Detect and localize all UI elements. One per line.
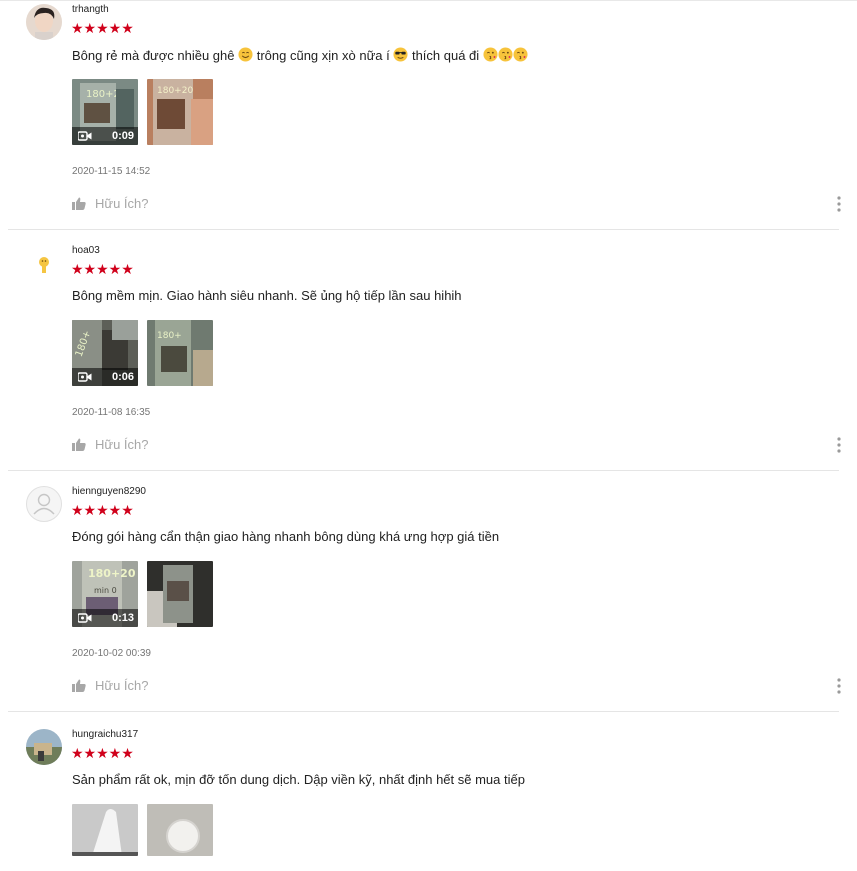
helpful-button[interactable]: Hữu Ích? — [72, 196, 149, 211]
review-date: 2020-11-15 14:52 — [72, 166, 151, 177]
video-overlay: 0:06 — [72, 368, 138, 386]
username[interactable]: hiennguyen8290 — [72, 486, 146, 497]
svg-text:180+: 180+ — [157, 331, 182, 341]
video-overlay: 0:13 — [72, 609, 138, 627]
review-item: hiennguyen8290 ★★★★★ Đóng gói hàng cẩn t… — [8, 482, 841, 712]
sunglasses-emoji-icon — [393, 47, 408, 65]
avatar[interactable] — [26, 245, 62, 281]
video-duration: 0:06 — [111, 371, 134, 383]
rating-stars: ★★★★★ — [71, 20, 134, 36]
review-item: hoa03 ★★★★★ Bông mềm mịn. Giao hành siêu… — [8, 241, 841, 471]
rating-stars: ★★★★★ — [71, 261, 134, 277]
avatar[interactable] — [26, 486, 62, 522]
review-video-thumbnail[interactable]: 180+20 0:09 — [72, 79, 138, 145]
helpful-button[interactable]: Hữu Ích? — [72, 437, 149, 452]
kiss-emoji-icon — [498, 47, 513, 65]
helpful-label: Hữu Ích? — [95, 196, 149, 211]
rating-stars: ★★★★★ — [71, 502, 134, 518]
video-camera-icon — [78, 131, 92, 141]
svg-text:min 0: min 0 — [94, 586, 117, 595]
review-date: 2020-10-02 00:39 — [72, 648, 151, 659]
comment-text: Bông rẻ mà được nhiều ghê — [72, 48, 239, 63]
review-image-thumbnail[interactable]: 180+ — [147, 320, 213, 386]
video-camera-icon — [78, 372, 92, 382]
thumbs-up-icon — [72, 679, 86, 692]
comment-text: trông cũng xịn xò nữa í — [253, 48, 394, 63]
username[interactable]: hungraichu317 — [72, 729, 138, 740]
review-image-thumbnail[interactable] — [147, 804, 213, 856]
username[interactable]: hoa03 — [72, 245, 100, 256]
avatar[interactable] — [26, 729, 62, 765]
kiss-emoji-icon — [513, 47, 528, 65]
smile-emoji-icon — [238, 47, 253, 65]
helpful-label: Hữu Ích? — [95, 437, 149, 452]
kiss-emoji-icon — [483, 47, 498, 65]
review-video-thumbnail[interactable] — [72, 804, 138, 856]
review-image-thumbnail[interactable]: 180+20 — [147, 79, 213, 145]
thumbs-up-icon — [72, 197, 86, 210]
review-item: trhangth ★★★★★ Bông rẻ mà được nhiều ghê… — [8, 0, 841, 230]
video-duration: 0:13 — [111, 612, 134, 624]
helpful-label: Hữu Ích? — [95, 678, 149, 693]
review-video-thumbnail[interactable]: 180+ 0:06 — [72, 320, 138, 386]
review-date: 2020-11-08 16:35 — [72, 407, 151, 418]
review-comment: Đóng gói hàng cẩn thận giao hàng nhanh b… — [72, 529, 500, 544]
username[interactable]: trhangth — [72, 4, 109, 15]
review-image-thumbnail[interactable] — [147, 561, 213, 627]
video-camera-icon — [78, 613, 92, 623]
review-video-thumbnail[interactable]: 180+20 min 0 0:13 — [72, 561, 138, 627]
video-duration: 0:09 — [111, 130, 134, 142]
video-overlay: 0:09 — [72, 127, 138, 145]
review-comment: Bông mềm mịn. Giao hành siêu nhanh. Sẽ ủ… — [72, 288, 462, 303]
more-options-icon[interactable] — [837, 437, 841, 453]
thumbs-up-icon — [72, 438, 86, 451]
review-comment: Bông rẻ mà được nhiều ghê trông cũng xịn… — [72, 47, 528, 65]
review-comment: Sản phẩm rất ok, mịn đỡ tốn dung dịch. D… — [72, 772, 525, 787]
svg-text:180+20: 180+20 — [157, 86, 193, 96]
rating-stars: ★★★★★ — [71, 745, 134, 761]
avatar[interactable] — [26, 4, 62, 40]
more-options-icon[interactable] — [837, 196, 841, 212]
more-options-icon[interactable] — [837, 678, 841, 694]
svg-text:180+20: 180+20 — [88, 567, 136, 580]
review-item: hungraichu317 ★★★★★ Sản phẩm rất ok, mịn… — [8, 725, 839, 865]
comment-text: thích quá đi — [408, 48, 483, 63]
helpful-button[interactable]: Hữu Ích? — [72, 678, 149, 693]
